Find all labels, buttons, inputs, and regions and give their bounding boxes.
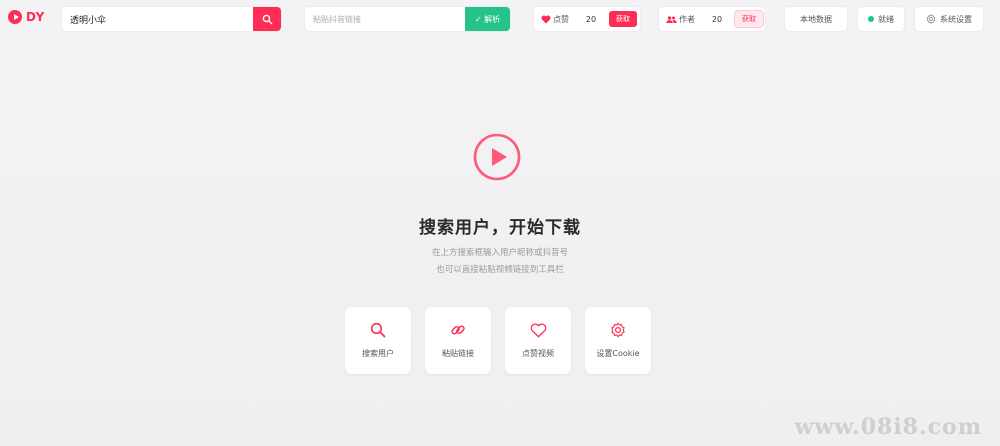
authors-fetch-group: 作者 获取 (659, 7, 765, 31)
site-watermark: www.08i8.com (794, 414, 982, 440)
quick-action-set-cookie[interactable]: 设置Cookie (585, 307, 651, 374)
users-icon (666, 15, 677, 23)
logo-text: DY (26, 10, 45, 24)
link-parse-box: ✓ 解析 (305, 7, 510, 31)
empty-state-subtitle-2: 也可以直接粘贴视频链接到工具栏 (436, 265, 564, 275)
heart-icon (541, 15, 551, 23)
user-search-input[interactable] (62, 14, 253, 24)
link-icon (451, 325, 465, 335)
likes-label: 点赞 (553, 14, 569, 24)
authors-label-wrap: 作者 (666, 14, 695, 25)
gear-icon (611, 322, 625, 338)
quick-action-label: 设置Cookie (596, 349, 640, 358)
quick-action-label: 点赞视频 (522, 348, 554, 358)
quick-action-cards: 搜索用户 粘贴链接 点赞视频 设置Cookie (345, 307, 651, 374)
app-logo: DY (8, 10, 45, 24)
local-data-label: 本地数据 (800, 14, 832, 24)
quick-action-label: 搜索用户 (362, 349, 394, 358)
top-toolbar: DY ✓ 解析 点赞 获取 (0, 0, 1000, 38)
likes-label-wrap: 点赞 (541, 14, 569, 25)
search-button[interactable] (253, 7, 281, 31)
quick-action-liked-videos[interactable]: 点赞视频 (505, 307, 571, 374)
authors-count-field[interactable] (703, 10, 731, 28)
settings-button[interactable]: 系统设置 (915, 7, 983, 31)
heart-icon (530, 323, 546, 337)
user-search-box (62, 7, 281, 31)
douyin-link-input[interactable] (305, 14, 465, 24)
parse-button[interactable]: ✓ 解析 (465, 7, 510, 31)
likes-fetch-group: 点赞 获取 (534, 7, 640, 31)
status-label: 就绪 (878, 14, 894, 24)
quick-action-search-user[interactable]: 搜索用户 (345, 307, 411, 374)
local-data-button[interactable]: 本地数据 (785, 7, 847, 31)
quick-action-paste-link[interactable]: 粘贴链接 (425, 307, 491, 374)
play-icon (473, 133, 521, 181)
parse-button-label: ✓ 解析 (474, 14, 501, 24)
status-dot-icon (868, 16, 874, 22)
authors-label: 作者 (679, 14, 695, 24)
status-indicator: 就绪 (858, 7, 904, 31)
empty-state-subtitle-1: 在上方搜索框输入用户昵称或抖音号 (431, 248, 568, 258)
search-icon (370, 322, 386, 338)
empty-state-title: 搜索用户，开始下载 (419, 218, 581, 238)
app-window: DY ✓ 解析 点赞 获取 (0, 0, 1000, 446)
likes-count-field[interactable] (577, 10, 605, 28)
likes-get-button[interactable]: 获取 (609, 11, 637, 27)
play-logo-icon (8, 10, 22, 24)
quick-action-label: 粘贴链接 (442, 349, 474, 358)
gear-icon (926, 14, 936, 24)
settings-label: 系统设置 (940, 14, 972, 24)
authors-get-button[interactable]: 获取 (735, 11, 763, 27)
search-icon (262, 14, 272, 24)
